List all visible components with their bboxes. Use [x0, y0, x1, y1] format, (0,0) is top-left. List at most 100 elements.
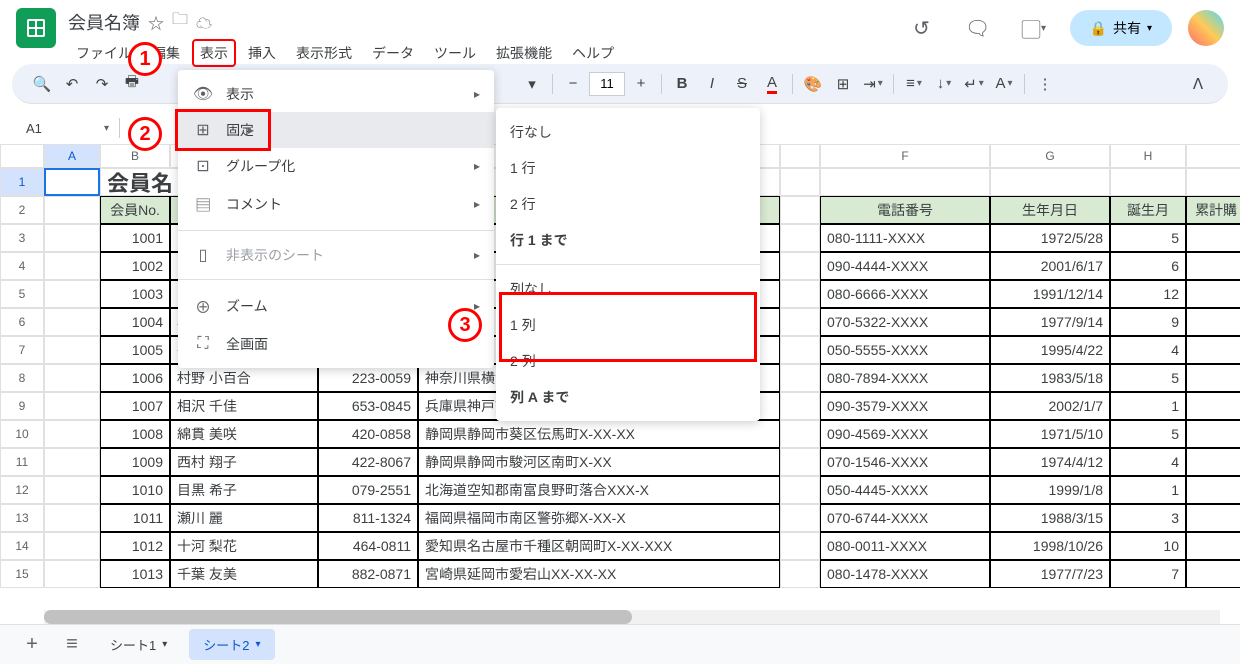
add-sheet-button[interactable]: + [16, 629, 48, 661]
cell-total[interactable] [1186, 224, 1240, 252]
cell-total[interactable] [1186, 364, 1240, 392]
cell[interactable] [44, 560, 100, 588]
cell[interactable] [44, 196, 100, 224]
row-header[interactable]: 11 [0, 448, 44, 476]
cell[interactable] [780, 252, 820, 280]
row-header[interactable]: 5 [0, 280, 44, 308]
column-header[interactable]: A [44, 144, 100, 168]
cell[interactable] [44, 504, 100, 532]
collapse-toolbar-icon[interactable]: ᐱ [1184, 70, 1212, 98]
row-header[interactable]: 6 [0, 308, 44, 336]
italic-icon[interactable]: I [698, 70, 726, 98]
cell[interactable] [44, 420, 100, 448]
cell[interactable] [44, 336, 100, 364]
cell-no[interactable]: 1013 [100, 560, 170, 588]
freeze-2-cols[interactable]: 2 列 [496, 343, 760, 379]
freeze-up-to-colA[interactable]: 列 A まで [496, 379, 760, 415]
menu-zoom[interactable]: ⊕ ズーム ▸ [178, 286, 494, 326]
borders-icon[interactable]: ⊞ [829, 70, 857, 98]
cell-no[interactable]: 1012 [100, 532, 170, 560]
name-box[interactable]: A1 [20, 116, 80, 140]
rotate-icon[interactable]: A▾ [990, 70, 1018, 98]
cell[interactable] [990, 168, 1110, 196]
column-header[interactable]: G [990, 144, 1110, 168]
menu-comment[interactable]: ▤ コメント ▸ [178, 184, 494, 224]
cell-total[interactable] [1186, 448, 1240, 476]
menu-extensions[interactable]: 拡張機能 [488, 39, 560, 67]
column-header[interactable] [1186, 144, 1240, 168]
row-header[interactable]: 15 [0, 560, 44, 588]
cell-addr[interactable]: 宮崎県延岡市愛宕山XX-XX-XX [418, 560, 780, 588]
menu-tools[interactable]: ツール [426, 39, 484, 67]
cell-birth[interactable]: 1999/1/8 [990, 476, 1110, 504]
cell-birth[interactable]: 1977/7/23 [990, 560, 1110, 588]
cell-name[interactable]: 目黒 希子 [170, 476, 318, 504]
name-box-caret-icon[interactable]: ▾ [104, 123, 109, 134]
cell[interactable] [820, 168, 990, 196]
star-icon[interactable]: ☆ [148, 10, 164, 34]
cell-no[interactable]: 1007 [100, 392, 170, 420]
freeze-no-rows[interactable]: 行なし [496, 114, 760, 150]
cell-zip[interactable]: 079-2551 [318, 476, 418, 504]
cell-month[interactable]: 1 [1110, 476, 1186, 504]
fill-color-icon[interactable]: 🎨 [799, 70, 827, 98]
cell[interactable] [780, 420, 820, 448]
menu-insert[interactable]: 挿入 [240, 39, 284, 67]
menu-show[interactable]: 👁 表示 ▸ [178, 76, 494, 112]
cell-no[interactable]: 1004 [100, 308, 170, 336]
cell-zip[interactable]: 223-0059 [318, 364, 418, 392]
cell-no[interactable]: 1006 [100, 364, 170, 392]
cell-phone[interactable]: 070-6744-XXXX [820, 504, 990, 532]
cell-a1[interactable] [44, 168, 100, 196]
cell-no[interactable]: 1001 [100, 224, 170, 252]
search-icon[interactable]: 🔍 [28, 70, 56, 98]
menu-format[interactable]: 表示形式 [288, 39, 360, 67]
cell[interactable] [780, 308, 820, 336]
cell[interactable] [780, 364, 820, 392]
valign-icon[interactable]: ↓▾ [930, 70, 958, 98]
font-size-increase[interactable]: + [627, 70, 655, 98]
row-header[interactable]: 14 [0, 532, 44, 560]
cell-no[interactable]: 1009 [100, 448, 170, 476]
row-header[interactable]: 10 [0, 420, 44, 448]
header-month[interactable]: 誕生月 [1110, 196, 1186, 224]
cell-birth[interactable]: 1971/5/10 [990, 420, 1110, 448]
cell-total[interactable] [1186, 308, 1240, 336]
cell-total[interactable] [1186, 252, 1240, 280]
cell[interactable] [780, 224, 820, 252]
cell-phone[interactable]: 080-6666-XXXX [820, 280, 990, 308]
cell[interactable] [44, 224, 100, 252]
cell[interactable] [44, 364, 100, 392]
meet-icon[interactable]: ▢ ▾ [1014, 8, 1054, 48]
freeze-1-row[interactable]: 1 行 [496, 150, 760, 186]
menu-freeze[interactable]: ⊞ 固定 ▸ [178, 112, 494, 148]
cell-name[interactable]: 相沢 千佳 [170, 392, 318, 420]
cell-birth[interactable]: 2002/1/7 [990, 392, 1110, 420]
cell-birth[interactable]: 1972/5/28 [990, 224, 1110, 252]
cell[interactable] [44, 252, 100, 280]
row-header[interactable]: 4 [0, 252, 44, 280]
cell-total[interactable] [1186, 420, 1240, 448]
cell-no[interactable]: 1010 [100, 476, 170, 504]
cell-phone[interactable]: 050-4445-XXXX [820, 476, 990, 504]
row-header[interactable]: 9 [0, 392, 44, 420]
cell-month[interactable]: 5 [1110, 420, 1186, 448]
cell-name[interactable]: 綿貫 美咲 [170, 420, 318, 448]
cell[interactable] [44, 308, 100, 336]
cell-phone[interactable]: 080-1478-XXXX [820, 560, 990, 588]
font-size-decrease[interactable]: − [559, 70, 587, 98]
row-header[interactable]: 7 [0, 336, 44, 364]
cell[interactable] [44, 448, 100, 476]
cell-month[interactable]: 5 [1110, 364, 1186, 392]
cell-birth[interactable]: 1998/10/26 [990, 532, 1110, 560]
share-button[interactable]: 🔒 共有 ▾ [1070, 10, 1172, 46]
more-icon[interactable]: ⋮ [1031, 70, 1059, 98]
cell-addr[interactable]: 静岡県静岡市駿河区南町X-XX [418, 448, 780, 476]
merge-icon[interactable]: ⇥▾ [859, 70, 887, 98]
cloud-status-icon[interactable]: ☁ [196, 10, 212, 34]
row-header[interactable]: 3 [0, 224, 44, 252]
menu-hidden-sheets[interactable]: ▯ 非表示のシート ▸ [178, 237, 494, 273]
cell-birth[interactable]: 1977/9/14 [990, 308, 1110, 336]
cell-phone[interactable]: 090-4569-XXXX [820, 420, 990, 448]
cell-birth[interactable]: 1991/12/14 [990, 280, 1110, 308]
